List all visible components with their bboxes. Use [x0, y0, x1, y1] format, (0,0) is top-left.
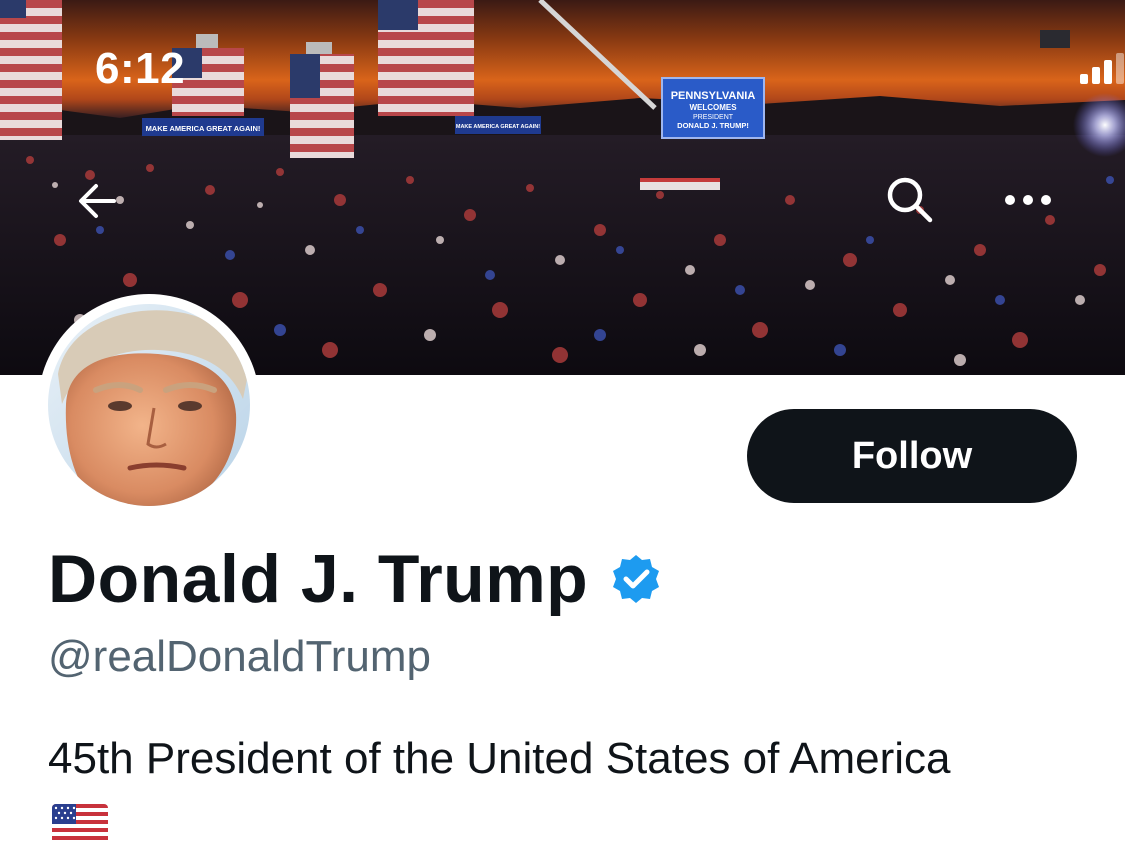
- back-arrow-icon[interactable]: [72, 176, 122, 226]
- svg-text:MAKE AMERICA GREAT AGAIN!: MAKE AMERICA GREAT AGAIN!: [146, 124, 261, 133]
- status-time: 6:12: [95, 44, 186, 93]
- svg-text:WELCOMES: WELCOMES: [689, 103, 737, 112]
- more-icon[interactable]: [1000, 180, 1056, 220]
- verified-badge-icon[interactable]: [610, 553, 662, 605]
- display-name: Donald J. Trump: [48, 541, 589, 617]
- profile-photo: [48, 304, 250, 506]
- user-handle: @realDonaldTrump: [48, 632, 431, 681]
- profile-screen: MAKE AMERICA GREAT AGAIN! MAKE AMERICA G…: [0, 0, 1125, 860]
- us-flag-icon: [52, 804, 108, 844]
- svg-text:PRESIDENT: PRESIDENT: [693, 114, 734, 121]
- svg-text:MAKE AMERICA GREAT AGAIN!: MAKE AMERICA GREAT AGAIN!: [456, 124, 540, 130]
- svg-text:DONALD J. TRUMP!: DONALD J. TRUMP!: [677, 121, 749, 130]
- search-icon[interactable]: [882, 172, 936, 226]
- display-name-row: Donald J. Trump: [48, 540, 662, 618]
- bio-text: 45th President of the United States of A…: [48, 734, 951, 783]
- svg-text:PENNSYLVANIA: PENNSYLVANIA: [671, 90, 756, 102]
- follow-button[interactable]: Follow: [747, 409, 1077, 503]
- cellular-signal-icon: [1080, 53, 1124, 84]
- avatar[interactable]: [38, 294, 260, 516]
